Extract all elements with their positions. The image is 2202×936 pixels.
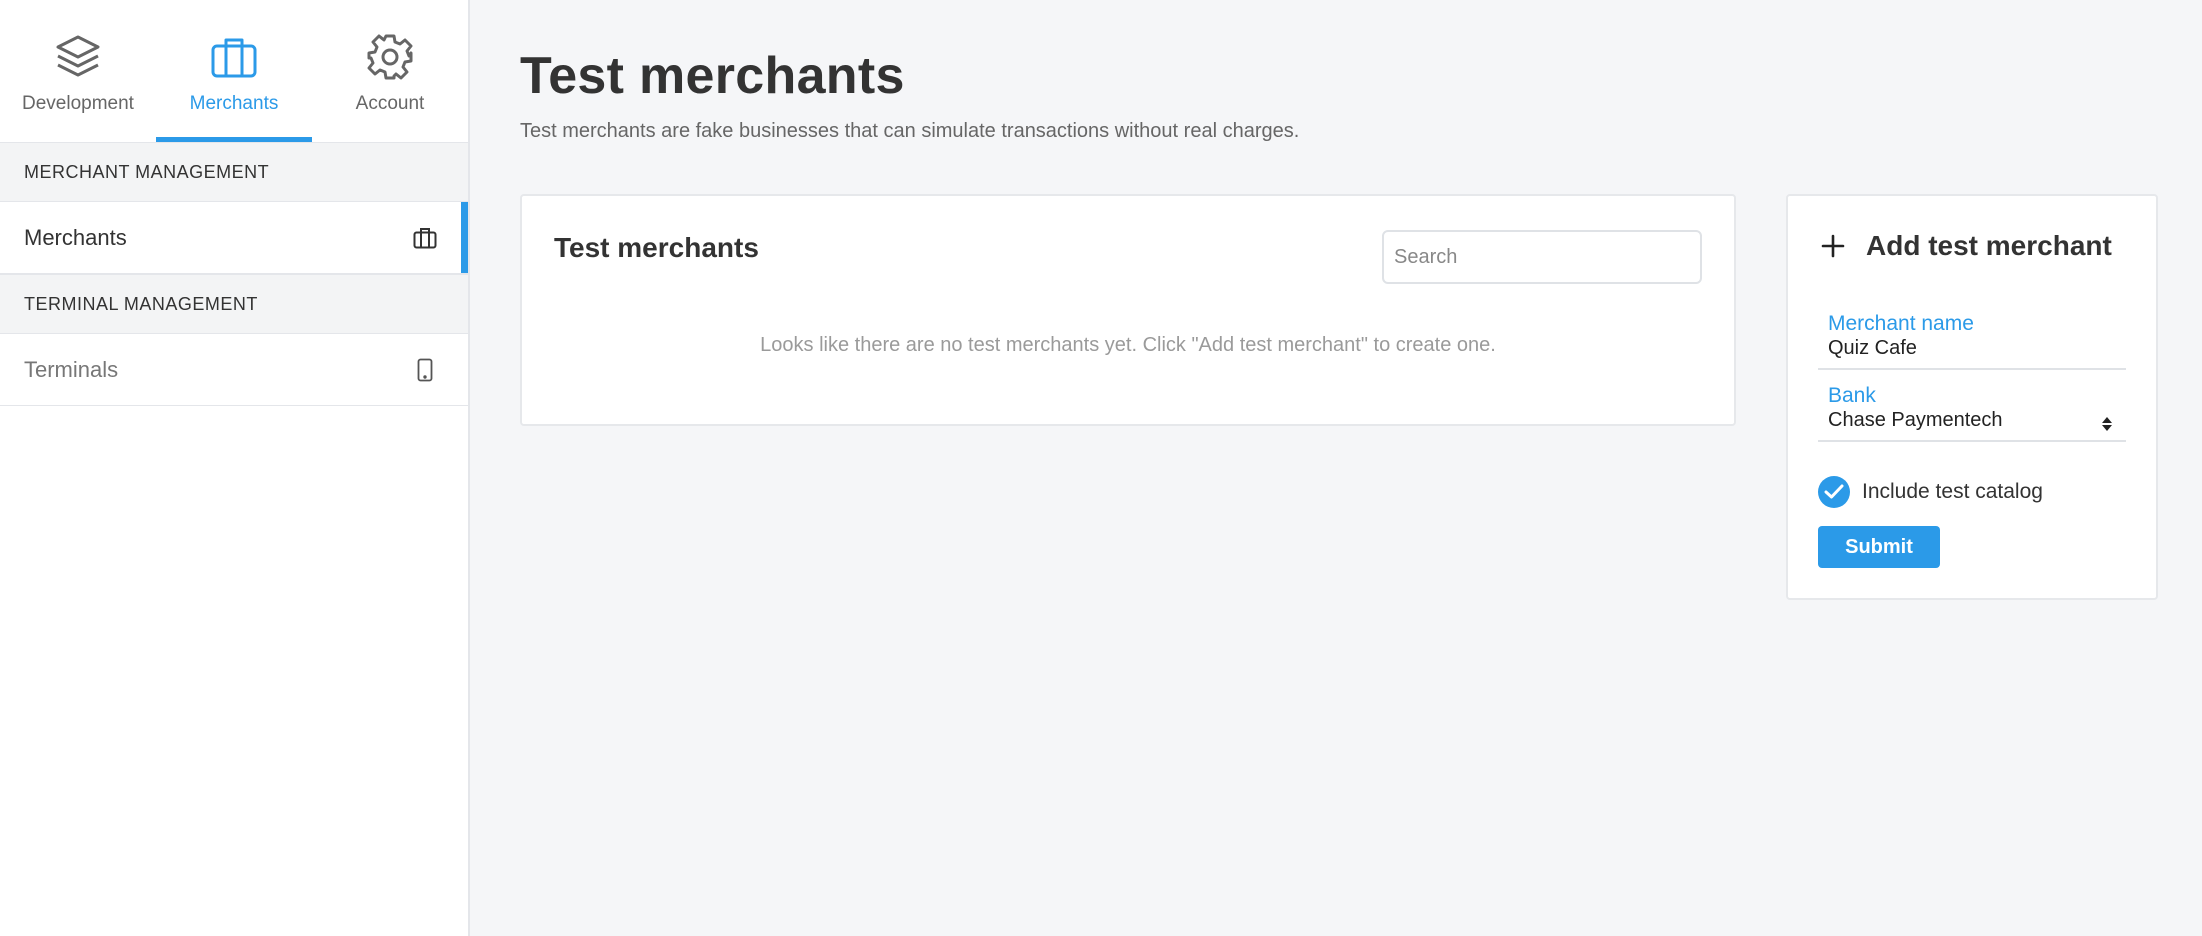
include-catalog-checkbox[interactable]: Include test catalog [1818, 476, 2043, 508]
merchant-list-card: Test merchants Looks like there are no t… [520, 194, 1736, 426]
merchant-list-title: Test merchants [554, 232, 759, 263]
top-nav: Development Merchants Account [0, 0, 468, 142]
tab-account-label: Account [355, 93, 425, 114]
layers-icon [51, 30, 105, 84]
merchant-name-field[interactable]: Merchant name Quiz Cafe [1818, 312, 2126, 370]
sidebar: Development Merchants Account MERCHANT M… [0, 0, 470, 936]
search-input[interactable] [1382, 230, 1702, 284]
select-arrows-icon [2100, 415, 2114, 433]
app-root: Development Merchants Account MERCHANT M… [0, 0, 2202, 936]
sidebar-item-terminals[interactable]: Terminals [0, 334, 468, 406]
briefcase-icon [207, 30, 261, 84]
sidebar-item-merchants-label: Merchants [24, 224, 127, 250]
tab-account[interactable]: Account [312, 0, 468, 142]
add-merchant-card: Add test merchant Merchant name Quiz Caf… [1786, 194, 2158, 600]
gear-icon [363, 30, 417, 84]
plus-icon [1820, 233, 1846, 259]
tab-merchants-label: Merchants [189, 93, 279, 114]
tab-development[interactable]: Development [0, 0, 156, 142]
section-terminal-management: TERMINAL MANAGEMENT [0, 274, 468, 334]
bank-select[interactable]: Bank Chase Paymentech [1818, 384, 2126, 442]
bank-select-row[interactable]: Chase Paymentech [1828, 408, 2126, 440]
empty-state-message: Looks like there are no test merchants y… [760, 334, 1496, 356]
merchant-name-value[interactable]: Quiz Cafe [1828, 336, 2126, 368]
bank-value: Chase Paymentech [1828, 409, 2003, 431]
main-content: Test merchants Test merchants are fake b… [470, 0, 2202, 936]
tab-merchants[interactable]: Merchants [156, 0, 312, 142]
briefcase-icon [412, 225, 438, 251]
bank-label: Bank [1828, 384, 1876, 407]
sidebar-item-merchants[interactable]: Merchants [0, 202, 468, 274]
merchant-name-label: Merchant name [1828, 312, 1974, 335]
page-title: Test merchants [520, 47, 905, 105]
sidebar-item-terminals-label: Terminals [24, 356, 119, 382]
tab-development-label: Development [22, 93, 134, 114]
checkmark-icon[interactable] [1818, 476, 1850, 508]
add-merchant-header: Add test merchant [1820, 230, 2112, 262]
page-subtitle: Test merchants are fake businesses that … [520, 120, 1300, 142]
tablet-icon [412, 357, 438, 383]
include-catalog-label: Include test catalog [1862, 480, 2043, 503]
submit-button[interactable]: Submit [1818, 526, 1940, 568]
section-merchant-management: MERCHANT MANAGEMENT [0, 142, 468, 202]
add-merchant-title: Add test merchant [1866, 230, 2112, 261]
